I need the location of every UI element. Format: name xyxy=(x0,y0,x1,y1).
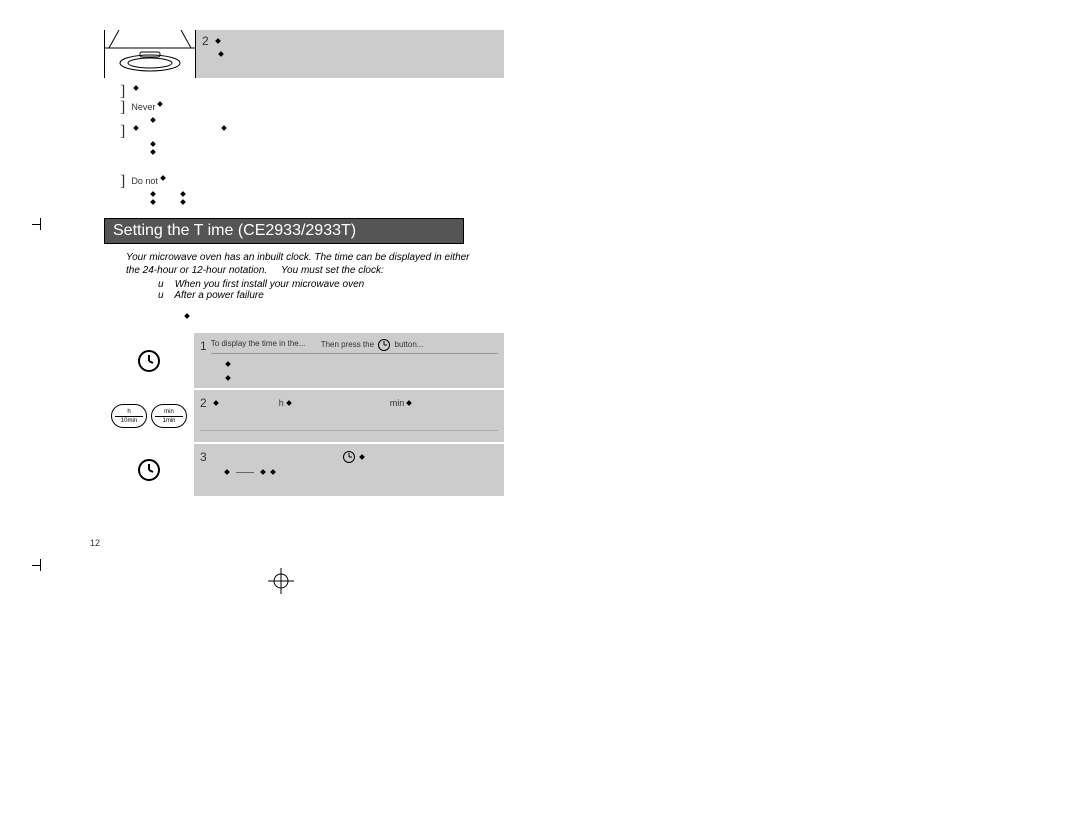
bracket-icon: ] xyxy=(120,86,125,98)
u-marker: u xyxy=(158,279,164,290)
step3-panel: 3 xyxy=(194,444,504,496)
step-row-2: h 10min min 1min 2 h xyxy=(104,390,504,442)
bracket-icon: ] xyxy=(120,102,125,114)
diamond-icon xyxy=(215,38,221,44)
section-heading: Setting the T ime (CE2933/2933T) xyxy=(104,218,464,244)
diamond-icon xyxy=(150,117,156,123)
min-button-icon: min 1min xyxy=(151,404,187,428)
m-bot: 1min xyxy=(155,416,182,424)
intro-line2b: You must set the clock: xyxy=(281,265,384,276)
note-sub xyxy=(148,118,504,122)
step3-icon-cell xyxy=(104,444,194,496)
diamond-icon xyxy=(270,469,276,475)
diamond-icon xyxy=(224,469,230,475)
step-number: 2 xyxy=(202,34,209,48)
diamond-icon xyxy=(160,175,166,181)
step-row-3: 3 xyxy=(104,444,504,496)
notes-list: ] ] Never ] xyxy=(104,86,504,204)
step-row-1: 1 To display the time in the... Then pre… xyxy=(104,333,504,388)
h-top: h xyxy=(127,409,130,415)
h-bot: 10min xyxy=(115,416,142,424)
bracket-icon: ] xyxy=(120,176,125,188)
top-step-panel: 2 xyxy=(196,30,504,78)
note-donot-label: Do not xyxy=(131,176,158,186)
step1-header: To display the time in the... Then press… xyxy=(211,339,498,353)
page-number: 12 xyxy=(90,538,100,548)
step2-h-label: h xyxy=(279,398,284,408)
diamond-icon xyxy=(260,469,266,475)
step-number: 2 xyxy=(200,396,207,410)
diamond-icon xyxy=(150,149,156,155)
intro-bullet-text: After a power failure xyxy=(174,290,264,301)
diamond-icon xyxy=(225,361,231,367)
step2-min-label: min xyxy=(390,398,405,408)
note-never-label: Never xyxy=(131,102,155,112)
page: 2 ] ] Never ] xyxy=(0,0,1080,813)
diamond-icon xyxy=(225,375,231,381)
diamond-icon xyxy=(133,125,139,131)
intro-line2: the 24-hour or 12-hour notation. xyxy=(126,265,267,276)
h-min-buttons: h 10min min 1min xyxy=(111,404,187,428)
clock-icon xyxy=(137,458,161,482)
diamond-icon xyxy=(359,454,365,460)
intro-bullet: u When you first install your microwave … xyxy=(158,279,504,290)
diamond-icon xyxy=(180,191,186,197)
step2-panel: 2 h min xyxy=(194,390,504,442)
clock-icon xyxy=(137,349,161,373)
h-button-icon: h 10min xyxy=(111,404,147,428)
content-column: 2 ] ] Never ] xyxy=(104,30,504,496)
step1-col1: To display the time in the... xyxy=(211,339,321,351)
clock-icon xyxy=(378,339,390,351)
note-row: ] Never xyxy=(120,102,504,114)
diamond-icon xyxy=(286,400,292,406)
bracket-icon: ] xyxy=(120,126,125,138)
u-marker: u xyxy=(158,290,164,301)
step1-icon-cell xyxy=(104,333,194,388)
note-sub xyxy=(148,150,504,154)
step1-panel: 1 To display the time in the... Then pre… xyxy=(194,333,504,388)
step2-icon-cell: h 10min min 1min xyxy=(104,390,194,442)
intro-text: Your microwave oven has an inbuilt clock… xyxy=(126,252,476,277)
diamond-icon xyxy=(150,141,156,147)
note-row: ] xyxy=(120,86,504,98)
step-number: 1 xyxy=(200,339,207,353)
diamond-icon xyxy=(184,313,190,319)
diamond-icon xyxy=(150,199,156,205)
note-row: ] Do not xyxy=(120,176,504,188)
steps-table: 1 To display the time in the... Then pre… xyxy=(104,333,504,496)
crop-mark xyxy=(30,214,50,234)
intro-diamond xyxy=(182,307,504,325)
microwave-interior-diagram xyxy=(104,30,196,78)
diamond-icon xyxy=(158,101,164,107)
clock-icon xyxy=(343,451,355,463)
diamond-icon xyxy=(221,125,227,131)
note-sub xyxy=(148,200,504,204)
diamond-icon xyxy=(150,191,156,197)
note-sub xyxy=(148,142,504,146)
step-number: 3 xyxy=(200,450,207,464)
step1-col2b: button... xyxy=(395,340,424,349)
intro-bullet: u After a power failure xyxy=(158,290,504,301)
note-sub xyxy=(148,192,504,196)
step1-col2a: Then press the xyxy=(321,340,374,349)
top-diagram-row: 2 xyxy=(104,30,504,78)
registration-mark xyxy=(268,568,294,594)
intro-line1: Your microwave oven has an inbuilt clock… xyxy=(126,252,470,263)
note-row: ] xyxy=(120,126,504,138)
m-top: min xyxy=(164,409,174,415)
diamond-icon xyxy=(406,400,412,406)
diamond-icon xyxy=(218,51,224,57)
crop-mark xyxy=(30,555,50,575)
diamond-icon xyxy=(133,85,139,91)
intro-bullet-text: When you first install your microwave ov… xyxy=(175,279,365,290)
diamond-icon xyxy=(180,199,186,205)
diamond-icon xyxy=(213,400,219,406)
